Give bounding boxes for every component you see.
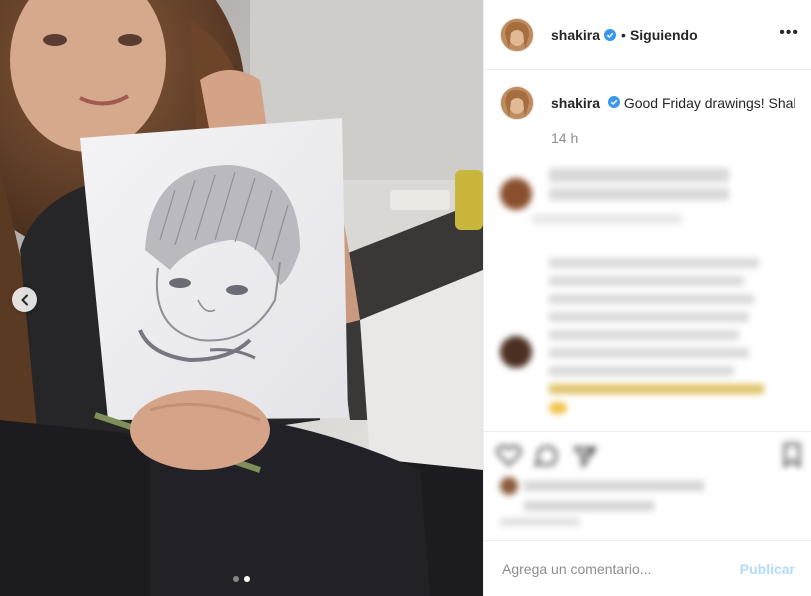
comment-input[interactable] (500, 559, 734, 578)
caption: shakira Good Friday drawings! Shak (500, 86, 795, 120)
carousel-indicator (0, 576, 483, 582)
post-header: shakira • Siguiendo ••• (484, 0, 811, 70)
heart-icon[interactable] (496, 444, 522, 468)
carousel-dot (233, 576, 239, 582)
post-timestamp[interactable]: 14 h (551, 130, 795, 146)
bookmark-icon[interactable] (781, 442, 803, 468)
post-side-panel: shakira • Siguiendo ••• shakira Good Fri… (483, 0, 811, 596)
post-media[interactable] (0, 0, 483, 596)
avatar[interactable] (500, 336, 532, 368)
avatar-image (501, 87, 533, 119)
verified-badge-icon (607, 96, 620, 108)
list-item (500, 258, 795, 414)
publish-button[interactable]: Publicar (734, 560, 801, 578)
carousel-dot-active (244, 576, 250, 582)
carousel-prev-button[interactable] (12, 287, 37, 312)
video-frame (0, 0, 483, 596)
caption-body: Good Friday drawings! Shak (623, 95, 795, 111)
verified-badge-icon (604, 28, 617, 41)
avatar[interactable] (500, 178, 532, 210)
share-icon[interactable] (572, 444, 598, 468)
comments-section: shakira Good Friday drawings! Shak 14 h (484, 70, 811, 430)
caption-text: shakira Good Friday drawings! Shak (551, 86, 795, 112)
avatar[interactable] (500, 86, 534, 120)
chevron-left-icon (21, 294, 28, 305)
more-icon[interactable]: ••• (779, 24, 799, 42)
caption-username[interactable]: shakira (551, 95, 600, 111)
follow-separator: • (621, 26, 626, 43)
header-username[interactable]: shakira (551, 27, 600, 43)
likes-summary (500, 477, 704, 511)
comment-composer: Publicar (484, 540, 811, 596)
post-actions-bar (484, 431, 811, 480)
following-button[interactable]: Siguiendo (630, 27, 698, 43)
avatar-image (501, 18, 533, 51)
list-item (500, 168, 795, 224)
comment-icon[interactable] (534, 444, 560, 468)
avatar[interactable] (500, 17, 534, 52)
post-date (500, 518, 580, 529)
